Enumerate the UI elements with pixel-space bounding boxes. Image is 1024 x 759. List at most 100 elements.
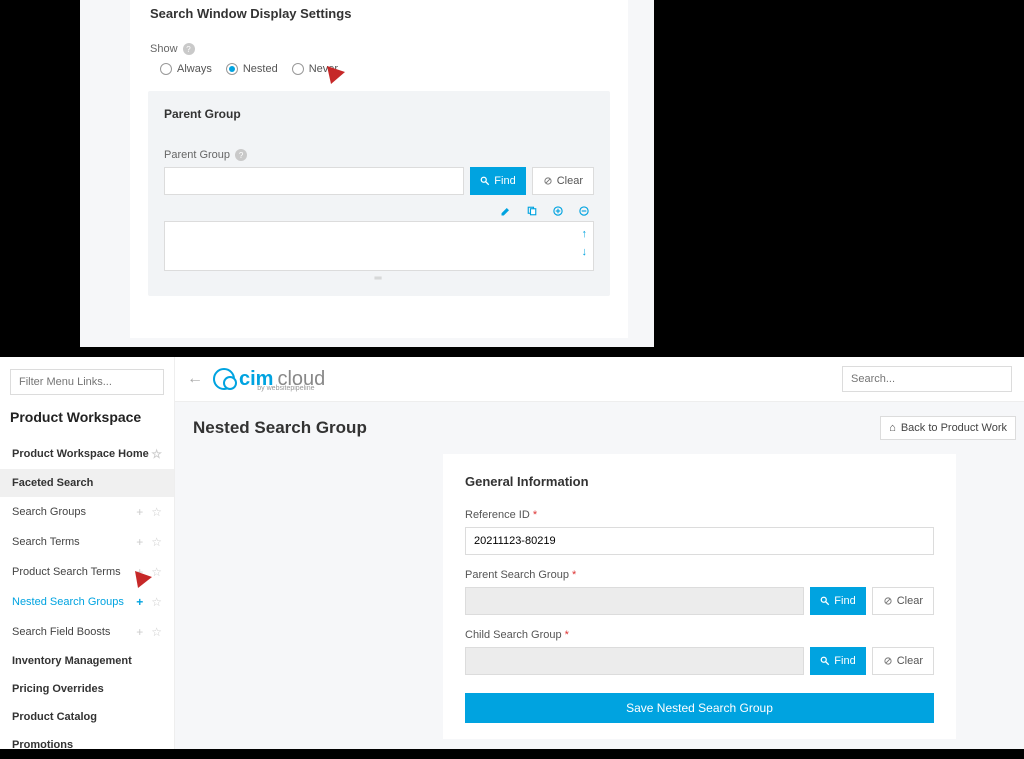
star-icon[interactable]: ☆ bbox=[151, 447, 162, 461]
search-icon bbox=[820, 656, 830, 666]
radio-always[interactable]: Always bbox=[160, 63, 212, 75]
radio-never-label: Never bbox=[309, 63, 338, 75]
sidebar-item-label: Search Terms bbox=[12, 536, 80, 548]
form-title: General Information bbox=[465, 474, 934, 489]
back-to-workspace-button[interactable]: ⌂ Back to Product Work bbox=[880, 416, 1016, 440]
child-search-group-input[interactable] bbox=[465, 647, 804, 675]
find-label: Find bbox=[834, 595, 855, 607]
save-button[interactable]: Save Nested Search Group bbox=[465, 693, 934, 723]
plus-icon[interactable]: + bbox=[136, 595, 143, 609]
parent-panel-title: Parent Group bbox=[164, 107, 594, 121]
plus-icon[interactable]: + bbox=[136, 535, 143, 549]
radio-nested[interactable]: Nested bbox=[226, 63, 278, 75]
sidebar-item-label: Inventory Management bbox=[12, 655, 132, 667]
radio-icon bbox=[292, 63, 304, 75]
back-button-label: Back to Product Work bbox=[901, 422, 1007, 434]
move-down-icon[interactable]: ↓ bbox=[582, 246, 588, 258]
sidebar-item-search-groups[interactable]: Search Groups+☆ bbox=[10, 497, 164, 527]
plus-icon[interactable]: + bbox=[136, 505, 143, 519]
parent-search-group-input[interactable] bbox=[465, 587, 804, 615]
help-icon[interactable]: ? bbox=[235, 149, 247, 161]
edit-icon[interactable] bbox=[500, 205, 512, 217]
sidebar-item-label: Faceted Search bbox=[12, 477, 93, 489]
sidebar-item-label: Product Catalog bbox=[12, 711, 97, 723]
copy-icon[interactable] bbox=[526, 205, 538, 217]
sidebar-item-promotions[interactable]: Promotions bbox=[10, 731, 164, 759]
clear-icon bbox=[883, 656, 893, 666]
reference-id-label: Reference ID bbox=[465, 509, 530, 521]
clear-label: Clear bbox=[897, 655, 923, 667]
sidebar-item-label: Search Groups bbox=[12, 506, 86, 518]
sidebar-item-product-workspace-home[interactable]: Product Workspace Home☆ bbox=[10, 439, 164, 469]
sidebar-item-icons: +☆ bbox=[136, 505, 162, 519]
move-up-icon[interactable]: ↑ bbox=[582, 228, 588, 240]
sidebar-item-faceted-search[interactable]: Faceted Search bbox=[0, 469, 174, 497]
radio-never[interactable]: Never bbox=[292, 63, 338, 75]
search-icon bbox=[820, 596, 830, 606]
sidebar-item-label: Pricing Overrides bbox=[12, 683, 104, 695]
parent-group-list[interactable]: ↑ ↓ bbox=[164, 221, 594, 271]
parent-search-group-label: Parent Search Group bbox=[465, 569, 569, 581]
sidebar-item-product-search-terms[interactable]: Product Search Terms+☆ bbox=[10, 557, 164, 587]
plus-icon[interactable]: + bbox=[136, 565, 143, 579]
settings-card: Search Window Display Settings Show ? Al… bbox=[130, 0, 628, 338]
global-search-input[interactable] bbox=[842, 366, 1012, 392]
app-shell: Product Workspace Product Workspace Home… bbox=[0, 357, 1024, 749]
find-label: Find bbox=[834, 655, 855, 667]
child-clear-button[interactable]: Clear bbox=[872, 647, 934, 675]
remove-icon[interactable] bbox=[578, 205, 590, 217]
list-action-icons bbox=[164, 205, 594, 217]
child-search-group-label: Child Search Group bbox=[465, 629, 562, 641]
sidebar-item-icons: ☆ bbox=[151, 447, 162, 461]
form-card: General Information Reference ID* Parent… bbox=[443, 454, 956, 739]
star-icon[interactable]: ☆ bbox=[151, 625, 162, 639]
show-label: Show bbox=[150, 43, 178, 55]
parent-group-input[interactable] bbox=[164, 167, 464, 195]
sidebar-item-icons: +☆ bbox=[136, 535, 162, 549]
nav-back-button[interactable]: ← bbox=[187, 370, 203, 388]
logo-tagline: by websitepipeline bbox=[257, 385, 314, 392]
radio-icon-selected bbox=[226, 63, 238, 75]
help-icon[interactable]: ? bbox=[183, 43, 195, 55]
parent-find-button[interactable]: Find bbox=[810, 587, 865, 615]
sidebar-item-label: Promotions bbox=[12, 739, 73, 751]
clear-icon bbox=[883, 596, 893, 606]
find-button[interactable]: Find bbox=[470, 167, 525, 195]
star-icon[interactable]: ☆ bbox=[151, 505, 162, 519]
clear-label: Clear bbox=[897, 595, 923, 607]
sidebar-item-label: Nested Search Groups bbox=[12, 596, 124, 608]
child-find-button[interactable]: Find bbox=[810, 647, 865, 675]
sidebar-item-product-catalog[interactable]: Product Catalog bbox=[10, 703, 164, 731]
plus-icon[interactable]: + bbox=[136, 625, 143, 639]
star-icon[interactable]: ☆ bbox=[151, 565, 162, 579]
star-icon[interactable]: ☆ bbox=[151, 595, 162, 609]
resize-grip-icon[interactable]: ═ bbox=[164, 273, 594, 284]
sidebar-item-icons: +☆ bbox=[136, 565, 162, 579]
radio-always-label: Always bbox=[177, 63, 212, 75]
sidebar-item-inventory-management[interactable]: Inventory Management bbox=[10, 647, 164, 675]
sidebar-item-search-field-boosts[interactable]: Search Field Boosts+☆ bbox=[10, 617, 164, 647]
sidebar-item-icons: +☆ bbox=[136, 595, 162, 609]
workspace-title: Product Workspace bbox=[10, 409, 164, 425]
parent-clear-button[interactable]: Clear bbox=[872, 587, 934, 615]
clear-button-label: Clear bbox=[557, 175, 583, 187]
topbar: ← cimcloud by websitepipeline bbox=[175, 357, 1024, 402]
required-indicator: * bbox=[533, 509, 537, 521]
filter-menu-input[interactable] bbox=[10, 369, 164, 395]
settings-panel-background: Search Window Display Settings Show ? Al… bbox=[80, 0, 654, 347]
add-icon[interactable] bbox=[552, 205, 564, 217]
radio-nested-label: Nested bbox=[243, 63, 278, 75]
star-icon[interactable]: ☆ bbox=[151, 535, 162, 549]
reference-id-input[interactable] bbox=[465, 527, 934, 555]
sidebar-item-pricing-overrides[interactable]: Pricing Overrides bbox=[10, 675, 164, 703]
main-content: ← cimcloud by websitepipeline Nested Sea… bbox=[175, 357, 1024, 749]
clear-button[interactable]: Clear bbox=[532, 167, 594, 195]
sidebar-item-search-terms[interactable]: Search Terms+☆ bbox=[10, 527, 164, 557]
sidebar-item-nested-search-groups[interactable]: Nested Search Groups+☆ bbox=[10, 587, 164, 617]
sidebar-item-icons: +☆ bbox=[136, 625, 162, 639]
parent-group-field-label: Parent Group bbox=[164, 149, 230, 161]
section-title: Search Window Display Settings bbox=[150, 6, 608, 21]
sidebar-item-label: Product Search Terms bbox=[12, 566, 121, 578]
radio-icon bbox=[160, 63, 172, 75]
sidebar-item-label: Search Field Boosts bbox=[12, 626, 110, 638]
